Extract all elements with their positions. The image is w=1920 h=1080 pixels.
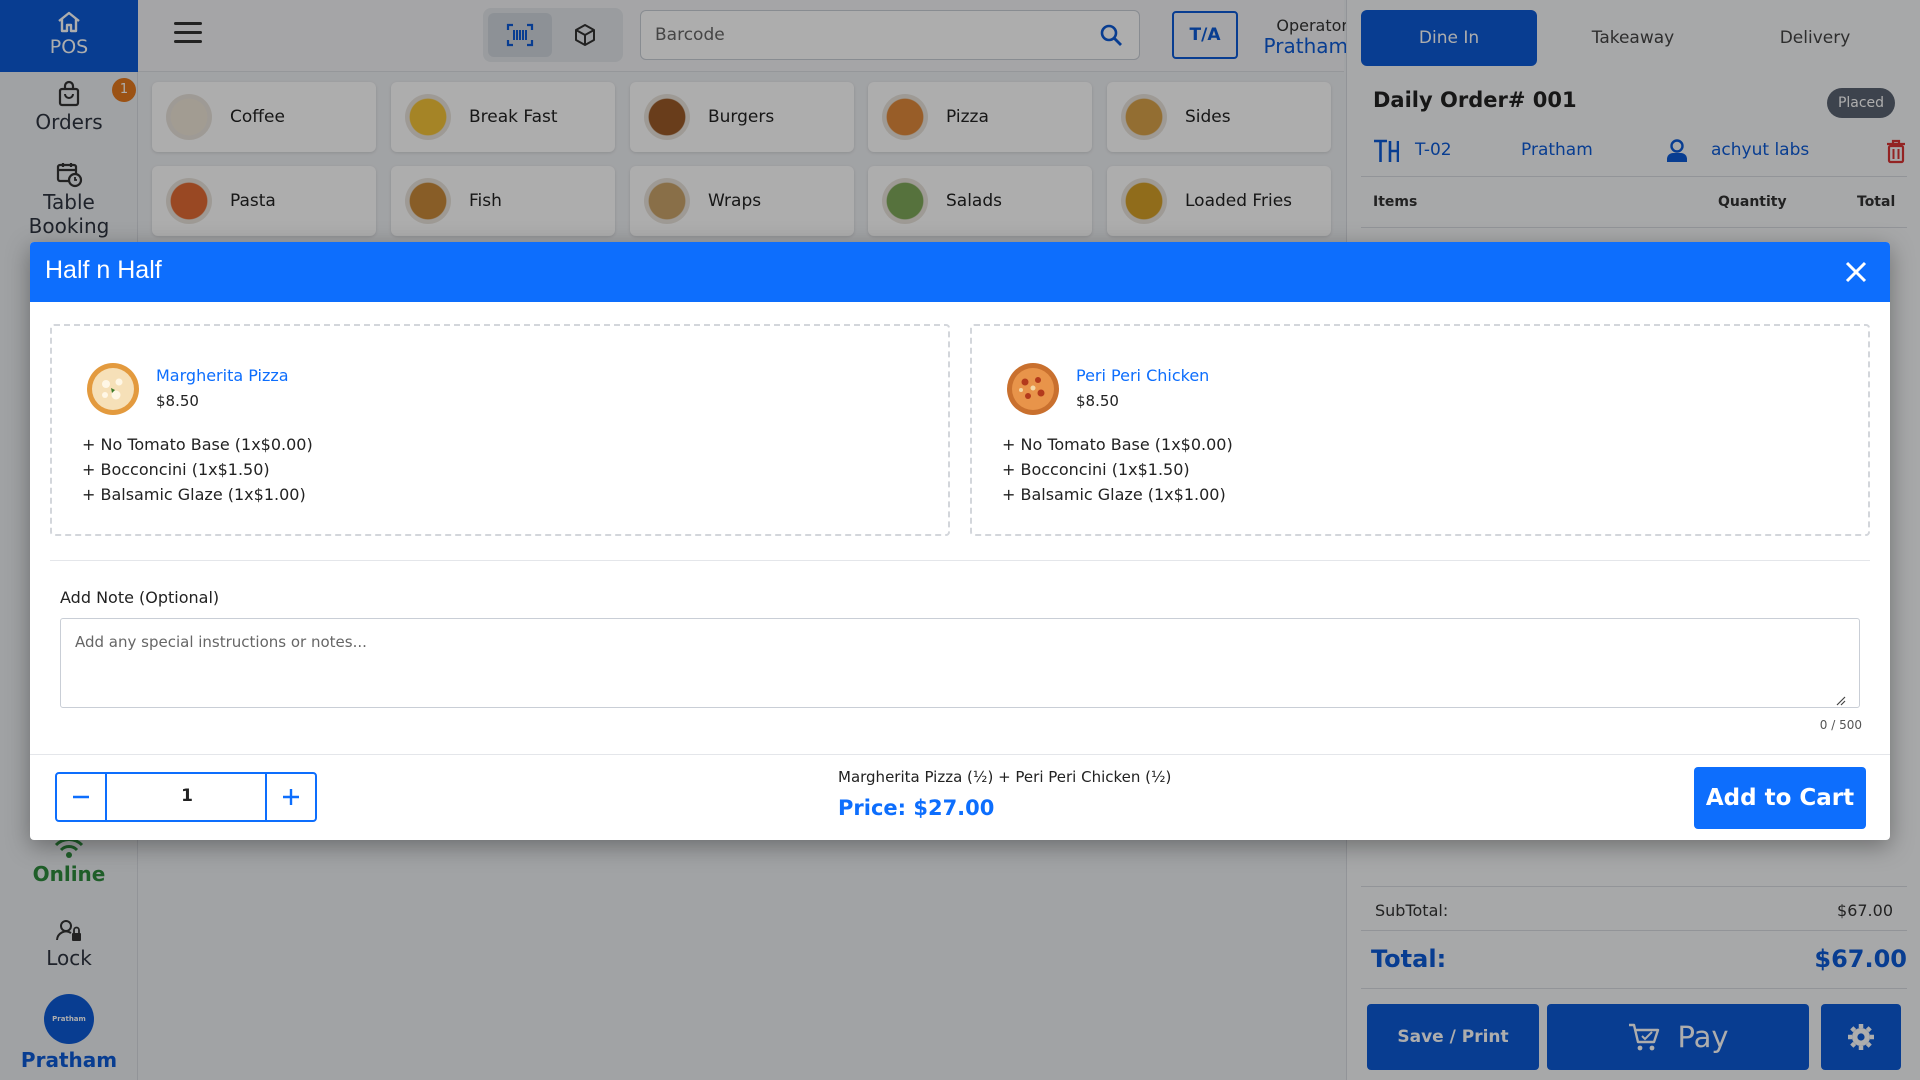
note-label: Add Note (Optional): [60, 588, 220, 607]
plus-icon: [283, 789, 299, 805]
note-textarea[interactable]: [60, 618, 1860, 708]
peri-peri-chicken-image: [1007, 363, 1059, 415]
modifier-item: + No Tomato Base (1x$0.00): [82, 435, 313, 454]
right-half-card: Peri Peri Chicken $8.50 + No Tomato Base…: [970, 324, 1870, 536]
dialog-header: Half n Half: [30, 242, 1890, 302]
selection-summary: Margherita Pizza (½) + Peri Peri Chicken…: [838, 768, 1172, 786]
modifier-item: + Balsamic Glaze (1x$1.00): [1002, 485, 1226, 504]
right-pizza-name[interactable]: Peri Peri Chicken: [1076, 366, 1209, 385]
minus-icon: [73, 795, 89, 799]
quantity-value[interactable]: 1: [109, 786, 265, 806]
left-half-card: Margherita Pizza $8.50 + No Tomato Base …: [50, 324, 950, 536]
increase-quantity-button[interactable]: [265, 774, 315, 820]
note-char-counter: 0 / 500: [1819, 718, 1862, 732]
footer-divider: [30, 754, 1890, 755]
right-pizza-price: $8.50: [1076, 392, 1119, 410]
left-pizza-price: $8.50: [156, 392, 199, 410]
dialog-title: Half n Half: [45, 256, 162, 284]
selection-price: Price: $27.00: [838, 796, 995, 820]
decrease-quantity-button[interactable]: [57, 774, 107, 820]
add-to-cart-button[interactable]: Add to Cart: [1694, 767, 1866, 829]
margherita-pizza-image: [87, 363, 139, 415]
modifier-item: + Balsamic Glaze (1x$1.00): [82, 485, 306, 504]
left-modifiers: + No Tomato Base (1x$0.00) + Bocconcini …: [82, 432, 313, 507]
quantity-stepper: 1: [55, 772, 317, 822]
divider: [50, 560, 1870, 561]
close-icon[interactable]: [1840, 256, 1872, 288]
right-modifiers: + No Tomato Base (1x$0.00) + Bocconcini …: [1002, 432, 1233, 507]
modifier-item: + No Tomato Base (1x$0.00): [1002, 435, 1233, 454]
half-n-half-dialog: Half n Half Margherita Pizza $8.50 + No …: [30, 242, 1890, 840]
resize-grip-icon[interactable]: [1834, 694, 1846, 706]
modifier-item: + Bocconcini (1x$1.50): [82, 460, 270, 479]
modifier-item: + Bocconcini (1x$1.50): [1002, 460, 1190, 479]
left-pizza-name[interactable]: Margherita Pizza: [156, 366, 289, 385]
